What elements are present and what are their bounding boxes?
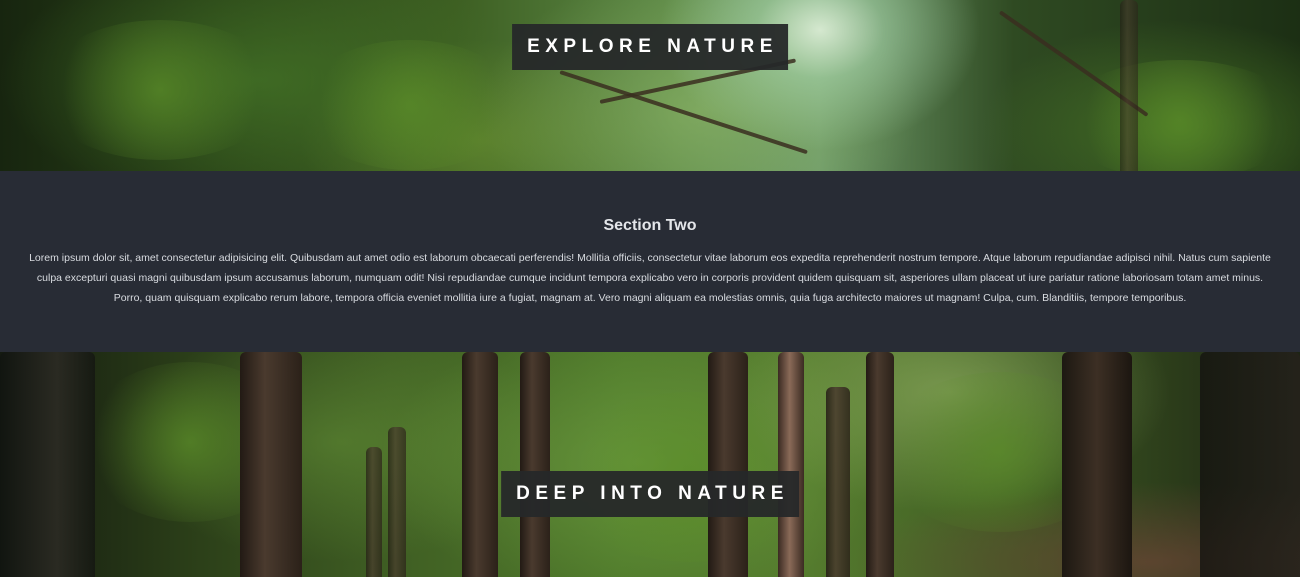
section-two-heading: Section Two: [603, 217, 697, 234]
tree-trunk: [388, 427, 406, 577]
hero-title-deep: Deep Into Nature: [501, 471, 799, 517]
hero-deep-into-nature: Deep Into Nature: [0, 352, 1300, 577]
tree-trunk: [778, 352, 804, 577]
tree-trunk: [0, 352, 95, 577]
hero-explore-nature: Explore Nature: [0, 0, 1300, 171]
tree-trunk: [1120, 0, 1138, 171]
tree-trunk: [462, 352, 498, 577]
tree-trunk: [1200, 352, 1300, 577]
tree-trunk: [240, 352, 302, 577]
tree-trunk: [1062, 352, 1132, 577]
section-two: Section Two Lorem ipsum dolor sit, amet …: [0, 171, 1300, 352]
tree-trunk: [366, 447, 382, 577]
tree-trunk: [708, 352, 748, 577]
section-two-body: Lorem ipsum dolor sit, amet consectetur …: [29, 252, 1271, 304]
foliage-left: [40, 20, 280, 160]
tree-trunk: [866, 352, 894, 577]
hero-title-explore: Explore Nature: [512, 24, 788, 70]
foliage-center-left: [300, 40, 520, 170]
tree-trunk: [520, 352, 550, 577]
tree-trunk: [826, 387, 850, 577]
